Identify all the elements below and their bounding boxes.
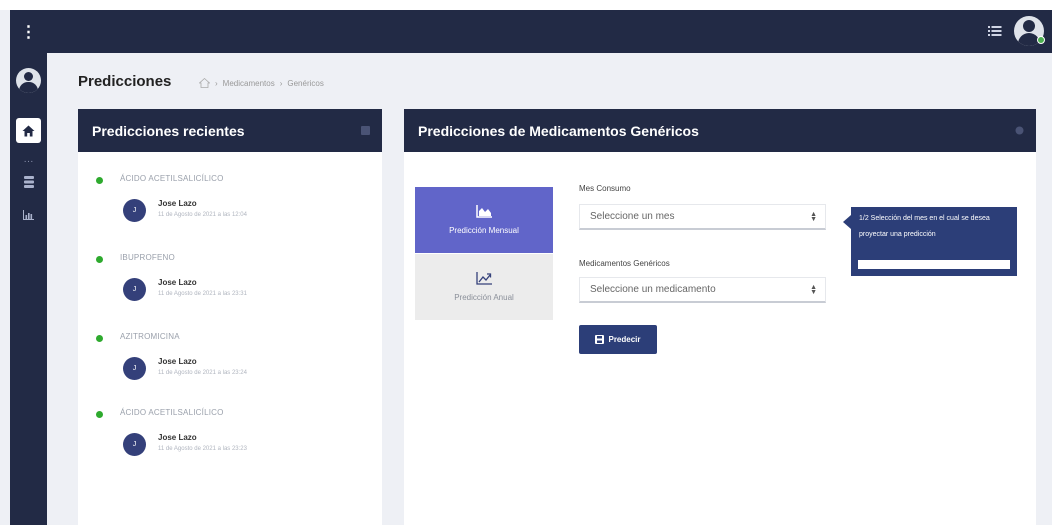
tab-monthly-label: Predicción Mensual [449, 226, 519, 235]
timeline-date: 11 de Agosto de 2021 a las 23:24 [158, 370, 247, 376]
generic-predictions-header: Predicciones de Medicamentos Genéricos [404, 109, 1036, 152]
drug-select[interactable]: Seleccione un medicamento ▲ ▼ [579, 277, 826, 303]
month-select-value: Seleccione un mes [590, 211, 675, 222]
home-breadcrumb-icon[interactable] [199, 78, 210, 88]
timeline-drug-name: IBUPROFENO [120, 253, 175, 262]
timeline-user-avatar: J [123, 357, 146, 380]
predict-button-label: Predecir [608, 335, 641, 344]
timeline-date: 11 de Agosto de 2021 a las 23:31 [158, 291, 247, 297]
bar-chart-icon[interactable] [10, 210, 47, 220]
save-icon [595, 335, 605, 344]
timeline-dot [96, 177, 103, 184]
timeline-dot [96, 335, 103, 342]
tab-annual-prediction[interactable]: Predicción Anual [415, 254, 553, 320]
breadcrumb-separator: › [215, 78, 218, 88]
generic-predictions-title: Predicciones de Medicamentos Genéricos [418, 122, 699, 139]
timeline-user-name: Jose Lazo [158, 357, 197, 366]
area-chart-icon [476, 205, 492, 218]
sidebar: ⋮ ··· [10, 10, 47, 525]
more-dots-icon: ··· [23, 156, 34, 167]
list-menu-icon[interactable] [988, 24, 1002, 38]
month-label: Mes Consumo [579, 184, 631, 193]
timeline-user-avatar: J [123, 199, 146, 222]
timeline-drug-name: ÁCIDO ACETILSALICÍLICO [120, 408, 224, 417]
timeline-user-avatar: J [123, 433, 146, 456]
breadcrumb-separator: › [279, 78, 283, 88]
guide-tooltip: 1/2 Selección del mes en el cual se dese… [843, 207, 1017, 276]
breadcrumb-item-medicamentos[interactable]: Medicamentos [223, 79, 275, 88]
timeline-drug-name: ÁCIDO ACETILSALICÍLICO [120, 174, 224, 183]
timeline-user-avatar: J [123, 278, 146, 301]
select-caret-icon: ▲ ▼ [810, 284, 817, 296]
line-chart-icon [476, 272, 492, 285]
tab-monthly-prediction[interactable]: Predicción Mensual [415, 187, 553, 253]
home-icon[interactable] [16, 118, 41, 143]
card-options-icon[interactable] [361, 126, 370, 135]
database-icon[interactable] [10, 176, 47, 188]
timeline-drug-name: AZITROMICINA [120, 332, 180, 341]
breadcrumb-item-genericos: Genéricos [287, 78, 324, 88]
recent-predictions-title: Predicciones recientes [92, 122, 245, 139]
recent-predictions-header: Predicciones recientes [78, 109, 382, 152]
drug-select-value: Seleccione un medicamento [590, 284, 716, 295]
topbar [47, 10, 1052, 53]
tab-annual-label: Predicción Anual [454, 293, 514, 302]
card-options-icon[interactable] [1015, 126, 1024, 135]
breadcrumb: › Medicamentos › Genéricos [199, 78, 324, 88]
timeline-dot [96, 256, 103, 263]
select-caret-icon: ▲ ▼ [810, 211, 817, 223]
timeline-dot [96, 411, 103, 418]
timeline-date: 11 de Agosto de 2021 a las 23:23 [158, 446, 247, 452]
predict-button[interactable]: Predecir [579, 325, 657, 354]
sidebar-avatar[interactable] [16, 68, 41, 93]
online-status-dot [1037, 36, 1045, 44]
drug-label: Medicamentos Genéricos [579, 259, 670, 268]
month-select[interactable]: Seleccione un mes ▲ ▼ [579, 204, 826, 230]
kebab-menu-icon[interactable]: ⋮ [10, 10, 47, 53]
timeline-user-name: Jose Lazo [158, 433, 197, 442]
guide-tooltip-text: 1/2 Selección del mes en el cual se dese… [859, 215, 990, 238]
recent-predictions-card: Predicciones recientes ÁCIDO ACETILSALIC… [78, 109, 382, 525]
timeline-user-name: Jose Lazo [158, 199, 197, 208]
page-title: Predicciones [78, 73, 172, 90]
timeline-user-name: Jose Lazo [158, 278, 197, 287]
timeline-date: 11 de Agosto de 2021 a las 12:04 [158, 212, 247, 218]
tooltip-input-bar[interactable] [858, 260, 1010, 269]
